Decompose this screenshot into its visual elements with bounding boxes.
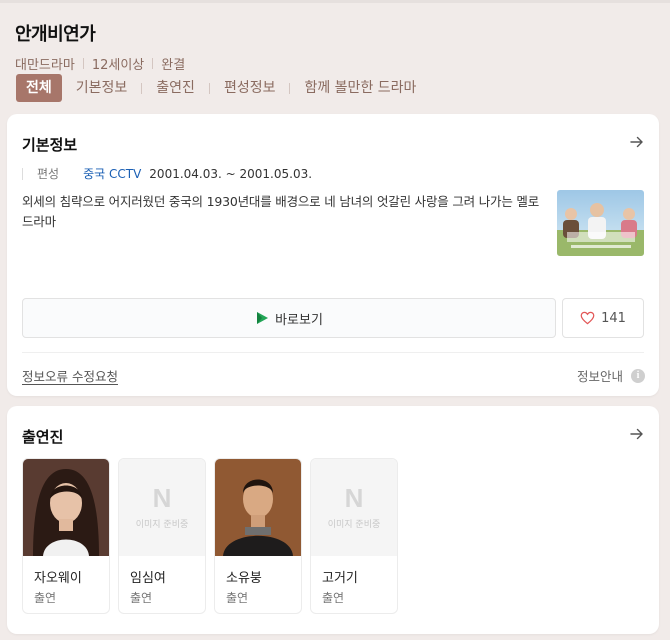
- image-placeholder: N 이미지 준비중: [311, 459, 397, 556]
- meta-genre: 대만드라마: [15, 58, 75, 73]
- cast-role: 출연: [130, 591, 153, 605]
- cast-role: 출연: [34, 591, 57, 605]
- arrow-right-icon[interactable]: [629, 426, 645, 442]
- top-border: [0, 0, 670, 3]
- meta-divider: [152, 58, 154, 69]
- basic-info-title: 기본정보: [22, 136, 78, 154]
- cast-name: 소유붕: [226, 571, 262, 586]
- tab-similar-dramas[interactable]: 함께 볼만한 드라마: [304, 74, 416, 102]
- meta-rating: 12세이상: [91, 58, 145, 73]
- cast-item[interactable]: N 이미지 준비중 임심여 출연: [118, 458, 206, 614]
- tab-basic-info[interactable]: 기본정보: [76, 74, 128, 102]
- drama-header: 안개비연가 대만드라마 12세이상 완결: [15, 20, 655, 73]
- drama-meta: 대만드라마 12세이상 완결: [15, 54, 655, 73]
- channel-link[interactable]: 중국 CCTV: [83, 165, 141, 182]
- cast-photo: [215, 459, 301, 556]
- naver-logo-icon: N: [152, 483, 172, 513]
- tab-divider: [289, 82, 291, 94]
- like-count: 141: [601, 310, 626, 326]
- info-guide-label: 정보안내: [576, 369, 623, 384]
- placeholder-text: 이미지 준비중: [135, 520, 189, 530]
- tab-all[interactable]: 전체: [16, 74, 62, 102]
- cast-name: 고거기: [322, 571, 358, 586]
- tab-bar: 전체 기본정보 출연진 편성정보 함께 볼만한 드라마: [16, 74, 416, 102]
- cast-photo: [23, 459, 109, 556]
- image-placeholder: N 이미지 준비중: [119, 459, 205, 556]
- arrow-right-icon[interactable]: [629, 134, 645, 150]
- like-button[interactable]: 141: [562, 298, 644, 338]
- cast-item[interactable]: 소유붕 출연: [214, 458, 302, 614]
- cast-role: 출연: [322, 591, 345, 605]
- broadcast-bar: [22, 167, 23, 180]
- watch-now-button[interactable]: 바로보기: [22, 298, 556, 338]
- page-title: 안개비연가: [15, 24, 96, 45]
- meta-status: 완결: [161, 58, 186, 73]
- cast-role: 출연: [226, 591, 249, 605]
- drama-description: 외세의 침략으로 어지러웠던 중국의 1930년대를 배경으로 네 남녀의 엇갈…: [22, 194, 539, 229]
- card-divider: [22, 352, 644, 353]
- broadcast-dates: 2001.04.03. ~ 2001.05.03.: [149, 166, 313, 181]
- cast-name: 자오웨이: [34, 571, 82, 586]
- tab-divider: [141, 82, 143, 94]
- info-guide[interactable]: 정보안내 i: [577, 366, 645, 385]
- meta-divider: [82, 58, 84, 69]
- cast-card: 출연진 자오웨이 출연 N 이미지 준비중 임심여 출연 소유붕 출연 N 이미…: [7, 406, 659, 634]
- cast-item[interactable]: 자오웨이 출연: [22, 458, 110, 614]
- broadcast-info: 편성 중국 CCTV 2001.04.03. ~ 2001.05.03.: [22, 165, 312, 182]
- info-icon: i: [631, 368, 645, 383]
- report-error-link[interactable]: 정보오류 수정요청: [22, 366, 118, 385]
- cast-title: 출연진: [22, 428, 64, 446]
- heart-icon: [580, 311, 595, 325]
- watch-now-label: 바로보기: [275, 312, 323, 328]
- basic-info-card: 기본정보 편성 중국 CCTV 2001.04.03. ~ 2001.05.03…: [7, 114, 659, 396]
- drama-poster[interactable]: [557, 190, 644, 256]
- cast-list: 자오웨이 출연 N 이미지 준비중 임심여 출연 소유붕 출연 N 이미지 준비…: [22, 458, 406, 614]
- broadcast-label: 편성: [37, 167, 60, 181]
- placeholder-text: 이미지 준비중: [327, 520, 381, 530]
- cast-name: 임심여: [130, 571, 166, 586]
- tab-schedule[interactable]: 편성정보: [224, 74, 276, 102]
- tab-divider: [208, 82, 210, 94]
- play-icon: [257, 312, 269, 324]
- cast-item[interactable]: N 이미지 준비중 고거기 출연: [310, 458, 398, 614]
- naver-logo-icon: N: [344, 483, 364, 513]
- tab-cast[interactable]: 출연진: [156, 74, 195, 102]
